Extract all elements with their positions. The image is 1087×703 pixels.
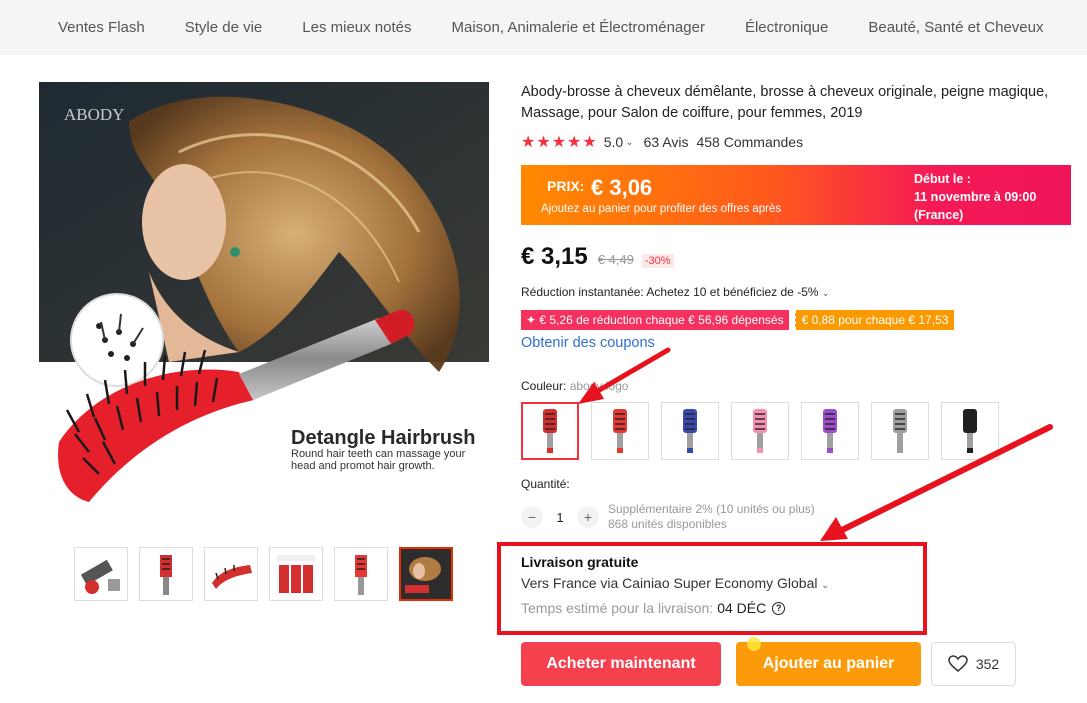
thumbnail-strip [74,547,453,601]
shipping-method-text: Vers France via Cainiao Super Economy Gl… [521,575,818,591]
color-swatches [521,402,999,460]
nav-electronique[interactable]: Électronique [745,19,828,36]
chevron-down-icon: ⌄ [821,288,830,298]
arrow-to-color [578,347,671,404]
promo-start-region: (France) [914,208,964,222]
promo-start: Début le : 11 novembre à 09:00 (France) [914,170,1036,224]
wishlist-count: 352 [975,656,1000,672]
face-graphic [142,164,226,280]
color-swatch-2[interactable] [591,402,649,460]
thumbnail-4[interactable] [269,547,323,601]
rating-stars: ★★★★★ [521,134,598,151]
instant-discount-text: Réduction instantanée: Achetez 10 et bén… [521,285,819,299]
stock-text: 868 unités disponibles [608,517,727,531]
quantity-info: Supplémentaire 2% (10 unités ou plus) 86… [608,502,815,532]
category-nav: Ventes Flash Style de vie Les mieux noté… [0,0,1087,55]
discount-badge: -30% [641,254,674,268]
cursor-highlight [747,637,761,651]
color-label-text: Couleur: [521,379,567,393]
get-coupons-link[interactable]: Obtenir des coupons [521,335,655,351]
rating-score[interactable]: 5.0 [604,134,623,150]
increment-button[interactable]: + [577,506,599,528]
color-swatch-6[interactable] [871,402,929,460]
shipping-title: Livraison gratuite [521,554,639,570]
bulk-discount-text: Supplémentaire 2% (10 unités ou plus) [608,502,815,516]
rating-row: ★★★★★ 5.0 ⌄ 63 Avis 458 Commandes [521,132,803,152]
promo-start-date: 11 novembre à 09:00 [914,190,1037,204]
product-title: Abody-brosse à cheveux démêlante, brosse… [521,84,1049,121]
promo-start-label: Début le : [914,172,971,186]
select-coupon[interactable]: € 0,88 pour chaque € 17,53 [794,310,955,330]
instant-discount[interactable]: Réduction instantanée: Achetez 10 et bén… [521,285,829,299]
current-price: € 3,15 [521,243,588,270]
promo-subtitle: Ajoutez au panier pour profiter des offr… [541,203,782,215]
nav-beaute[interactable]: Beauté, Santé et Cheveux [868,19,1043,36]
image-headline: Detangle Hairbrush [291,427,475,449]
help-icon[interactable]: ? [772,601,786,615]
price-row: € 3,15 € 4,49 -30% [521,243,674,271]
quantity-label: Quantité: [521,477,570,491]
thumbnail-1[interactable] [74,547,128,601]
color-value: abody logo [569,379,629,393]
nav-maison[interactable]: Maison, Animalerie et Électroménager [452,19,705,36]
nav-style-de-vie[interactable]: Style de vie [185,19,263,36]
image-brand-text: ABODY [64,105,124,124]
decrement-button[interactable]: − [521,506,543,528]
reviews-link[interactable]: 63 Avis [644,134,689,150]
promo-price: € 3,06 [591,175,653,200]
quantity-value[interactable]: 1 [543,510,577,525]
orders-count: 458 Commandes [696,134,804,150]
nav-mieux-notes[interactable]: Les mieux notés [302,19,411,36]
add-to-cart-button[interactable]: Ajouter au panier [736,642,921,686]
color-swatch-5[interactable] [801,402,859,460]
shipping-method[interactable]: Vers France via Cainiao Super Economy Gl… [521,575,829,591]
chevron-down-icon[interactable]: ⌄ [625,137,633,148]
image-subtext: Round hair teeth can massage your head a… [291,448,466,472]
original-price: € 4,49 [597,252,634,267]
promo-banner: PRIX: € 3,06 Ajoutez au panier pour prof… [521,165,1071,225]
color-swatch-7[interactable] [941,402,999,460]
delivery-date: 04 DÉC [717,600,767,616]
store-coupon[interactable]: ✦ € 5,26 de réduction chaque € 56,96 dép… [521,310,789,330]
color-swatch-1[interactable] [521,402,579,460]
promo-price-label: PRIX: [547,178,585,194]
heart-icon [948,655,968,672]
main-product-image[interactable]: ABODY Detangle Hairbrush Round hair teet… [39,82,489,521]
wishlist-button[interactable]: 352 [931,642,1016,686]
delivery-time: Temps estimé pour la livraison: 04 DÉC ? [521,600,786,616]
thumbnail-5[interactable] [334,547,388,601]
color-label: Couleur: abody logo [521,379,628,393]
thumbnail-3[interactable] [204,547,258,601]
quantity-stepper: − 1 + [521,506,599,528]
coupon-row: ✦ € 5,26 de réduction chaque € 56,96 dép… [521,310,955,330]
thumbnail-2[interactable] [139,547,193,601]
thumbnail-6-selected[interactable] [399,547,453,601]
color-swatch-3[interactable] [661,402,719,460]
chevron-down-icon: ⌄ [821,580,829,590]
buy-now-button[interactable]: Acheter maintenant [521,642,721,686]
nav-ventes-flash[interactable]: Ventes Flash [58,19,145,36]
delivery-time-label: Temps estimé pour la livraison: [521,600,714,616]
color-swatch-4[interactable] [731,402,789,460]
